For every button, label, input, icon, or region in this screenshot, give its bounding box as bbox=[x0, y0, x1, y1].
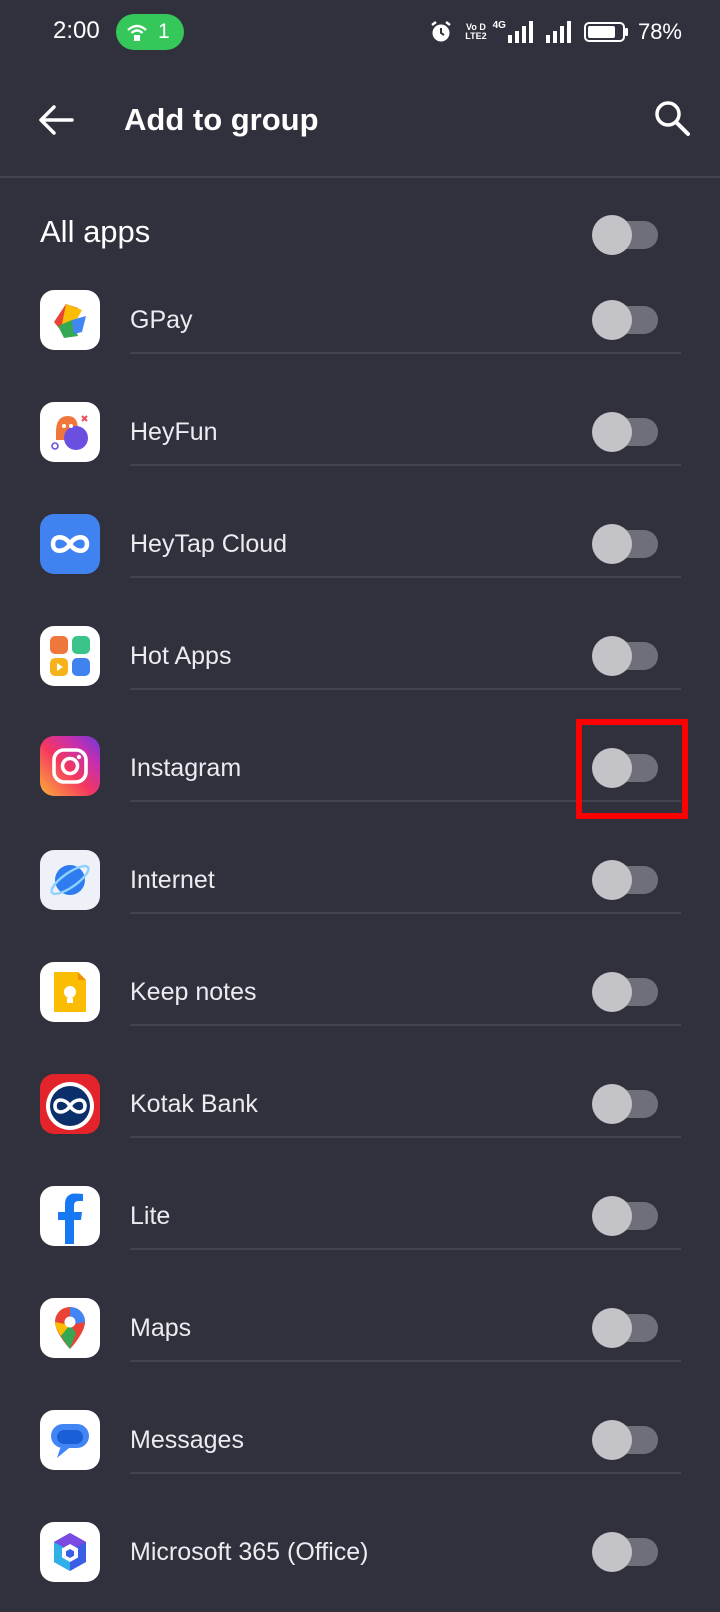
app-label: Internet bbox=[130, 866, 215, 894]
all-apps-label: All apps bbox=[40, 214, 151, 249]
app-toggle[interactable] bbox=[592, 524, 658, 564]
app-label: Lite bbox=[130, 1202, 171, 1230]
kotak-bank-icon bbox=[40, 1074, 100, 1134]
hotspot-icon bbox=[127, 24, 147, 41]
toggle-knob bbox=[592, 524, 632, 564]
toggle-knob bbox=[592, 412, 632, 452]
list-item-internet: Internet bbox=[0, 824, 720, 936]
status-bar: 2:00 1 Vo D LTE2 4G 78% bbox=[0, 0, 720, 66]
app-toggle[interactable] bbox=[592, 1420, 658, 1460]
search-icon bbox=[655, 101, 690, 136]
divider bbox=[130, 1472, 681, 1474]
page-title: Add to group bbox=[124, 102, 319, 137]
instagram-icon bbox=[40, 736, 100, 796]
list-item-microsoft-365: Microsoft 365 (Office) bbox=[0, 1496, 720, 1608]
toggle-knob bbox=[592, 1420, 632, 1460]
divider bbox=[130, 576, 681, 578]
divider bbox=[130, 352, 681, 354]
app-toggle[interactable] bbox=[592, 1196, 658, 1236]
list-item-messages: Messages bbox=[0, 1384, 720, 1496]
toggle-knob bbox=[592, 1196, 632, 1236]
app-label: Keep notes bbox=[130, 978, 257, 1006]
list-item-heytap-cloud: HeyTap Cloud bbox=[0, 488, 720, 600]
toggle-knob bbox=[592, 1084, 632, 1124]
hot-apps-icon bbox=[40, 626, 100, 686]
gpay-icon bbox=[40, 290, 100, 350]
toggle-knob bbox=[592, 636, 632, 676]
divider bbox=[130, 1360, 681, 1362]
divider bbox=[130, 1248, 681, 1250]
app-bar: Add to group bbox=[0, 66, 720, 178]
divider bbox=[130, 464, 681, 466]
app-toggle[interactable] bbox=[592, 860, 658, 900]
battery-percent: 78% bbox=[637, 19, 682, 44]
volte-indicator: Vo D LTE2 bbox=[465, 22, 487, 41]
alarm-icon bbox=[431, 21, 451, 42]
heyfun-icon bbox=[40, 402, 100, 462]
app-toggle[interactable] bbox=[592, 412, 658, 452]
signal-icon-sim1 bbox=[507, 21, 533, 43]
list-item-kotak-bank: Kotak Bank bbox=[0, 1048, 720, 1160]
list-item-heyfun: HeyFun bbox=[0, 376, 720, 488]
toggle-knob bbox=[592, 1532, 632, 1572]
app-label: Microsoft 365 (Office) bbox=[130, 1538, 369, 1566]
app-label: HeyFun bbox=[130, 418, 218, 446]
network-type: 4G bbox=[492, 20, 506, 31]
divider bbox=[130, 1136, 681, 1138]
app-label: GPay bbox=[130, 306, 193, 334]
facebook-lite-icon bbox=[40, 1186, 100, 1246]
list-item-lite: Lite bbox=[0, 1160, 720, 1272]
keep-notes-icon bbox=[40, 962, 100, 1022]
app-toggle[interactable] bbox=[592, 972, 658, 1012]
app-toggle[interactable] bbox=[592, 1308, 658, 1348]
back-button[interactable] bbox=[36, 100, 76, 140]
list-item-maps: Maps bbox=[0, 1272, 720, 1384]
app-label: Messages bbox=[130, 1426, 244, 1454]
search-button[interactable] bbox=[652, 98, 692, 138]
battery-icon bbox=[583, 22, 628, 42]
app-label: HeyTap Cloud bbox=[130, 530, 288, 558]
app-toggle[interactable] bbox=[592, 1084, 658, 1124]
all-apps-toggle[interactable] bbox=[592, 215, 658, 255]
internet-icon bbox=[40, 850, 100, 910]
toggle-knob bbox=[592, 215, 632, 255]
signal-icon-sim2 bbox=[545, 21, 571, 43]
divider bbox=[130, 912, 681, 914]
status-time: 2:00 bbox=[53, 17, 100, 44]
list-item-gpay: GPay bbox=[0, 264, 720, 376]
messages-icon bbox=[40, 1410, 100, 1470]
app-toggle[interactable] bbox=[592, 636, 658, 676]
divider bbox=[130, 688, 681, 690]
toggle-knob bbox=[592, 860, 632, 900]
toggle-knob bbox=[592, 300, 632, 340]
hotspot-count: 1 bbox=[158, 20, 170, 43]
app-label: Kotak Bank bbox=[130, 1090, 258, 1118]
maps-icon bbox=[40, 1298, 100, 1358]
hotspot-badge: 1 bbox=[116, 14, 184, 50]
app-toggle[interactable] bbox=[592, 1532, 658, 1572]
toggle-knob bbox=[592, 1308, 632, 1348]
app-label: Hot Apps bbox=[130, 642, 232, 670]
microsoft-365-icon bbox=[40, 1522, 100, 1582]
app-label: Maps bbox=[130, 1314, 192, 1342]
toggle-knob bbox=[592, 972, 632, 1012]
highlight-box bbox=[576, 719, 688, 819]
heytap-cloud-icon bbox=[40, 514, 100, 574]
list-item-keep-notes: Keep notes bbox=[0, 936, 720, 1048]
app-toggle[interactable] bbox=[592, 300, 658, 340]
list-item-hot-apps: Hot Apps bbox=[0, 600, 720, 712]
divider bbox=[130, 1024, 681, 1026]
app-label: Instagram bbox=[130, 754, 242, 782]
arrow-left-icon bbox=[39, 105, 74, 135]
